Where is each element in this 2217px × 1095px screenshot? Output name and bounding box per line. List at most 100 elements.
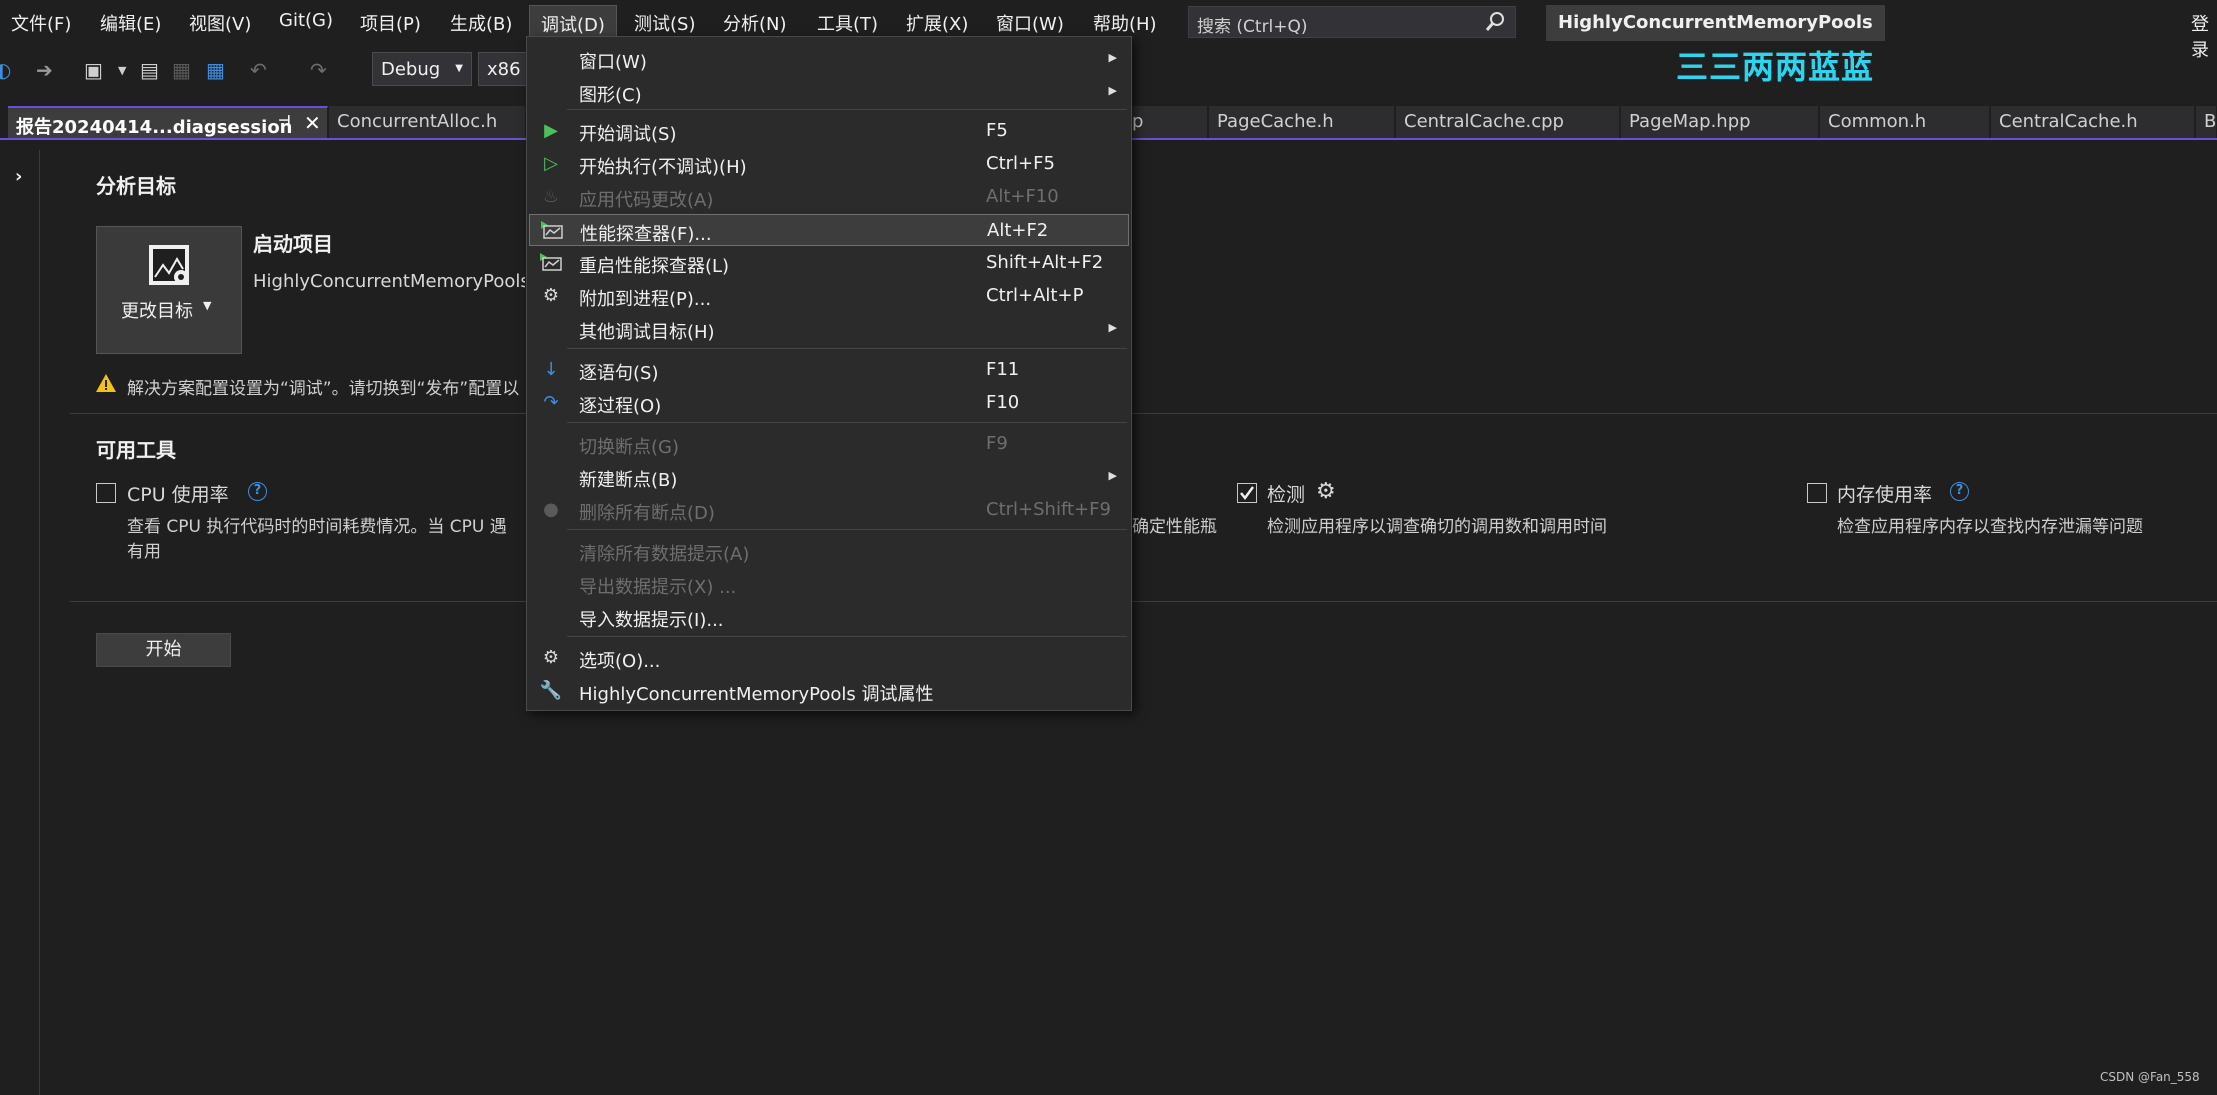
config-value: Debug — [381, 59, 441, 80]
redo-icon[interactable]: ↷ — [310, 58, 327, 82]
menu-test[interactable]: 测试(S) — [634, 10, 695, 36]
menu-extensions[interactable]: 扩展(X) — [906, 10, 968, 36]
chevron-down-icon: ▼ — [203, 299, 212, 312]
menu-item-step-into[interactable]: ↓ 逐语句(S) F11 — [529, 354, 1129, 386]
menu-item-label: 性能探查器(F)... — [580, 224, 712, 245]
target-app-icon — [147, 243, 193, 294]
chevron-down-icon: ▼ — [455, 63, 463, 74]
close-icon[interactable]: ✕ — [304, 111, 321, 135]
tab-pagecache[interactable]: PageCache.h — [1209, 106, 1395, 138]
memory-usage-label: 内存使用率 — [1837, 484, 1933, 506]
menu-item-label: 切换断点(G) — [579, 437, 679, 458]
menu-item-other-debug-targets[interactable]: 其他调试目标(H) ▶ — [529, 313, 1129, 345]
collapsed-sidebar: › — [0, 150, 40, 1095]
menu-item-label: 开始调试(S) — [579, 124, 677, 145]
play-filled-icon: ▶ — [544, 120, 558, 141]
menu-item-delete-all-breakpoints[interactable]: ● 删除所有断点(D) Ctrl+Shift+F9 — [529, 494, 1129, 526]
available-tools-heading: 可用工具 — [96, 438, 176, 462]
tab-concurrentalloc[interactable]: ConcurrentAlloc.h — [329, 106, 526, 138]
menu-tools[interactable]: 工具(T) — [817, 10, 878, 36]
menu-item-start-without-debugging[interactable]: ▷ 开始执行(不调试)(H) Ctrl+F5 — [529, 148, 1129, 180]
menu-view[interactable]: 视图(V) — [189, 10, 251, 36]
search-icon — [1485, 11, 1505, 38]
tab-common[interactable]: Common.h — [1820, 106, 1990, 138]
save-icon[interactable]: ▦ — [172, 58, 191, 82]
instrumentation-label: 检测 — [1267, 484, 1306, 506]
menu-item-relaunch-profiler[interactable]: 重启性能探查器(L) Shift+Alt+F2 — [529, 247, 1129, 279]
menu-separator — [567, 422, 1127, 423]
forward-icon[interactable]: ➔ — [36, 58, 53, 82]
tab-diagsession[interactable]: 报告20240414...diagsession ⊣ ✕ — [8, 106, 328, 138]
help-icon[interactable]: ? — [1950, 482, 1969, 501]
menu-project[interactable]: 项目(P) — [360, 10, 421, 36]
menu-file[interactable]: 文件(F) — [11, 10, 71, 36]
tab-overflow[interactable]: B — [2196, 106, 2217, 138]
play-outline-icon: ▷ — [544, 153, 558, 174]
dropdown-arrow-icon[interactable]: ▼ — [118, 64, 126, 77]
menu-item-new-breakpoint[interactable]: 新建断点(B) ▶ — [529, 461, 1129, 493]
instrumentation-checkbox[interactable] — [1237, 483, 1257, 503]
menu-item-graphics[interactable]: 图形(C) ▶ — [529, 76, 1129, 108]
tab-centralcache-h[interactable]: CentralCache.h — [1991, 106, 2195, 138]
menu-item-label: 导入数据提示(I)... — [579, 610, 724, 631]
start-button[interactable]: 开始 — [96, 633, 231, 667]
tab-label: Common.h — [1828, 111, 1927, 132]
tab-hidden[interactable]: p — [1124, 106, 1208, 138]
new-project-icon[interactable]: ▣ — [84, 58, 103, 82]
menu-item-shortcut: Ctrl+Alt+P — [986, 285, 1084, 306]
undo-icon[interactable]: ↶ — [250, 58, 267, 82]
menu-build[interactable]: 生成(B) — [450, 10, 512, 36]
search-input[interactable]: 搜索 (Ctrl+Q) — [1188, 6, 1516, 38]
submenu-arrow-icon: ▶ — [1108, 84, 1117, 97]
section-divider — [70, 601, 2217, 602]
menu-item-label: 新建断点(B) — [579, 470, 678, 491]
menu-item-import-datatips[interactable]: 导入数据提示(I)... — [529, 601, 1129, 633]
cpu-usage-checkbox[interactable] — [96, 483, 116, 503]
menu-item-label: 窗口(W) — [579, 52, 647, 73]
config-warning: 解决方案配置设置为“调试”。请切换到“发布”配置以 — [127, 379, 520, 399]
back-icon[interactable]: ◐ — [0, 58, 11, 82]
menu-separator — [567, 636, 1127, 637]
tab-pagemap[interactable]: PageMap.hpp — [1621, 106, 1819, 138]
menu-edit[interactable]: 编辑(E) — [100, 10, 161, 36]
tab-label: p — [1132, 111, 1144, 132]
menu-item-start-debugging[interactable]: ▶ 开始调试(S) F5 — [529, 115, 1129, 147]
memory-usage-checkbox[interactable] — [1807, 483, 1827, 503]
profiler-icon — [540, 220, 564, 242]
menu-item-clear-datatips[interactable]: 清除所有数据提示(A) — [529, 535, 1129, 567]
pin-icon[interactable]: ⊣ — [278, 113, 291, 129]
menu-item-export-datatips[interactable]: 导出数据提示(X) ... — [529, 568, 1129, 600]
memory-usage-desc: 检查应用程序内存以查找内存泄漏等问题 — [1837, 517, 2143, 537]
menu-item-label: 逐过程(O) — [579, 396, 662, 417]
menu-item-debug-properties[interactable]: 🔧 HighlyConcurrentMemoryPools 调试属性 — [529, 675, 1129, 707]
menu-help[interactable]: 帮助(H) — [1093, 10, 1157, 36]
gear-icon[interactable]: ⚙ — [1316, 479, 1336, 504]
watermark: CSDN @Fan_558 — [2100, 1070, 2200, 1084]
config-select[interactable]: Debug ▼ — [372, 52, 472, 86]
cpu-usage-desc-2: 有用 — [127, 542, 161, 562]
help-icon[interactable]: ? — [248, 482, 267, 501]
tab-label: PageMap.hpp — [1629, 111, 1751, 132]
menu-item-performance-profiler[interactable]: 性能探查器(F)... Alt+F2 — [529, 214, 1129, 246]
tab-centralcache-cpp[interactable]: CentralCache.cpp — [1396, 106, 1620, 138]
menu-item-toggle-breakpoint[interactable]: 切换断点(G) F9 — [529, 428, 1129, 460]
startup-project-value: HighlyConcurrentMemoryPools — [253, 271, 525, 292]
menu-item-windows[interactable]: 窗口(W) ▶ — [529, 43, 1129, 75]
step-over-icon: ↷ — [543, 392, 559, 413]
menu-git[interactable]: Git(G) — [279, 10, 333, 31]
menu-item-shortcut: F9 — [986, 433, 1008, 454]
menu-item-step-over[interactable]: ↷ 逐过程(O) F10 — [529, 387, 1129, 419]
menu-item-attach-to-process[interactable]: ⚙ 附加到进程(P)... Ctrl+Alt+P — [529, 280, 1129, 312]
flame-icon: ♨ — [542, 186, 560, 207]
save-all-icon[interactable]: ▦ — [206, 58, 225, 82]
open-file-icon[interactable]: ▤ — [140, 58, 159, 82]
expand-chevron-icon[interactable]: › — [15, 166, 22, 187]
menu-analyze[interactable]: 分析(N) — [723, 10, 787, 36]
platform-value: x86 — [487, 59, 521, 80]
menu-item-options[interactable]: ⚙ 选项(O)... — [529, 642, 1129, 674]
menu-window[interactable]: 窗口(W) — [996, 10, 1064, 36]
menu-item-label: HighlyConcurrentMemoryPools 调试属性 — [579, 684, 934, 705]
step-into-icon: ↓ — [543, 359, 559, 380]
menu-item-apply-code-changes[interactable]: ♨ 应用代码更改(A) Alt+F10 — [529, 181, 1129, 213]
change-target-button[interactable]: 更改目标 ▼ — [96, 226, 242, 354]
